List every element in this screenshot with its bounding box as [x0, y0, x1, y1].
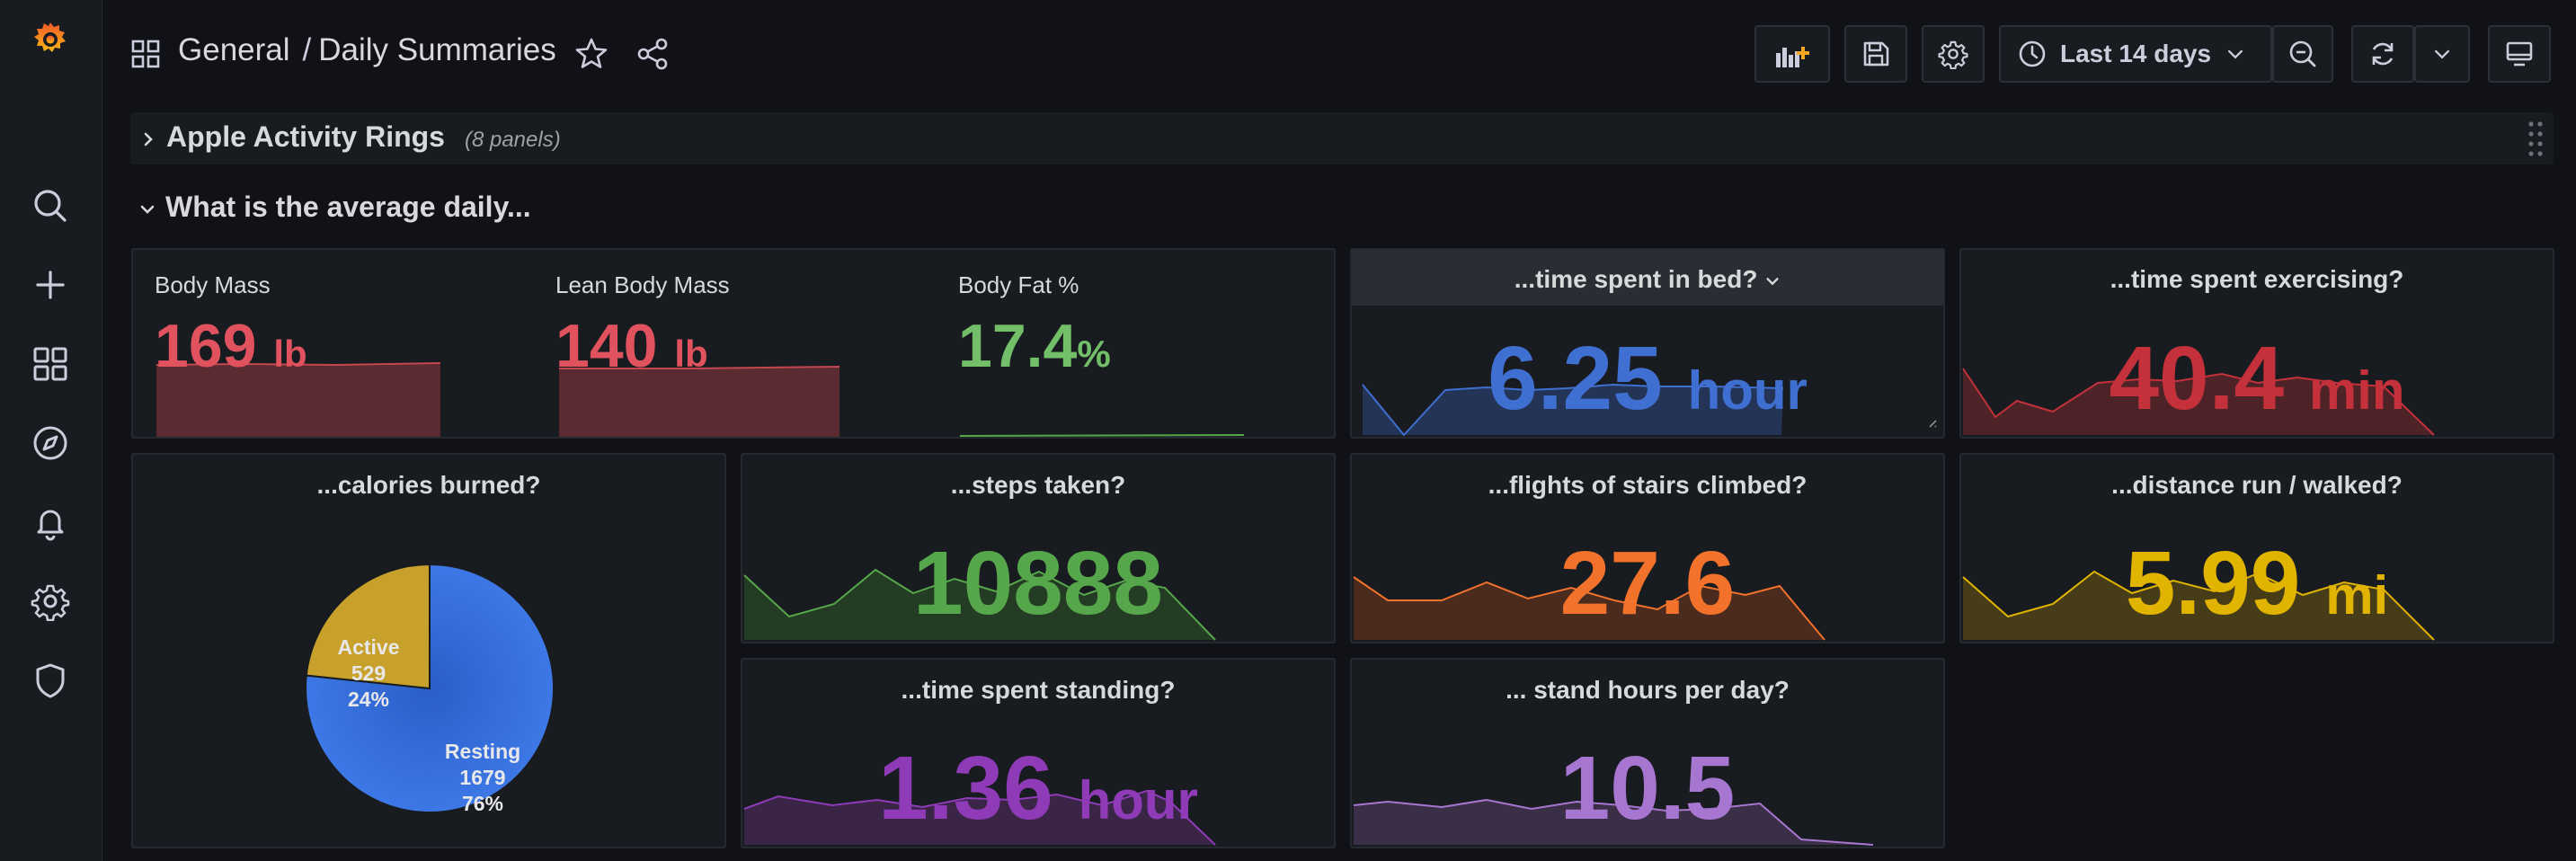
value-number: 1.36 — [878, 738, 1053, 839]
stat-unit: % — [1077, 333, 1111, 375]
gear-icon — [1938, 40, 1968, 69]
shield-icon[interactable] — [30, 660, 71, 701]
value-number: 27.6 — [1559, 533, 1736, 634]
stat-number: 169 — [155, 312, 257, 380]
value-unit: hour — [1078, 770, 1198, 830]
stat-value: 17.4% — [958, 311, 1111, 381]
chevron-right-icon — [144, 132, 153, 146]
dashboard-settings-button[interactable] — [1922, 25, 1985, 83]
row-what-is-the-average-daily[interactable]: What is the average daily... — [138, 191, 531, 224]
add-panel-icon — [1776, 47, 1809, 67]
dashboards-grid-icon[interactable] — [30, 343, 71, 385]
panel-value: 40.4 min — [1961, 327, 2553, 430]
drag-handle-icon[interactable] — [2527, 120, 2545, 157]
pie-label-resting: Resting 1679 76% — [433, 739, 532, 817]
panel-stand-hours[interactable]: ... stand hours per day? 10.5 — [1350, 658, 1945, 848]
panel-value: 10888 — [742, 532, 1334, 635]
chevron-down-icon — [2434, 49, 2450, 59]
panel-value: 6.25 hour — [1352, 327, 1943, 430]
slice-value: 1679 — [459, 766, 506, 789]
monitor-icon — [2506, 41, 2533, 67]
value-number: 10888 — [912, 533, 1164, 634]
save-icon — [1863, 41, 1889, 67]
value-number: 40.4 — [2109, 328, 2285, 429]
star-icon[interactable] — [573, 36, 609, 72]
save-dashboard-button[interactable] — [1844, 25, 1907, 83]
gear-icon[interactable] — [30, 581, 71, 622]
stat-label: Body Fat % — [958, 271, 1079, 298]
slice-value: 529 — [351, 661, 386, 685]
search-icon[interactable] — [30, 185, 71, 226]
dashboard-grid-icon — [131, 40, 160, 68]
clock-icon — [2019, 40, 2046, 67]
dashboard-title[interactable]: Daily Summaries — [318, 32, 556, 67]
panel-time-exercising[interactable]: ...time spent exercising? 40.4 min — [1959, 248, 2554, 439]
stat-value: 169 lb — [155, 311, 307, 381]
stat-lean-body-mass: Lean Body Mass 140 lb — [555, 271, 933, 437]
stat-unit: lb — [674, 333, 708, 375]
panel-title-text: ...time spent in bed? — [1514, 265, 1758, 293]
stat-value: 140 lb — [555, 311, 708, 381]
value-number: 5.99 — [2125, 533, 2301, 634]
refresh-interval-dropdown[interactable] — [2414, 25, 2470, 83]
slice-name: Resting — [444, 740, 521, 763]
grafana-logo-icon[interactable] — [30, 18, 71, 59]
refresh-button[interactable] — [2351, 25, 2414, 83]
row-title-text: Apple Activity Rings — [166, 120, 445, 153]
time-range-label: Last 14 days — [2060, 40, 2212, 67]
panel-distance-run-walked[interactable]: ...distance run / walked? 5.99 mi — [1959, 453, 2554, 644]
bell-icon[interactable] — [30, 502, 71, 543]
row-title-text: What is the average daily... — [165, 191, 531, 223]
refresh-icon — [2372, 42, 2394, 66]
panel-time-in-bed[interactable]: ...time spent in bed? 6.25 hour — [1350, 248, 1945, 439]
breadcrumb-separator: / — [302, 32, 312, 67]
dashboard-navbar: General / Daily Summaries Last 14 days — [102, 0, 2576, 108]
panel-calories-burned[interactable]: ...calories burned? Active 529 24% Resti… — [131, 453, 726, 848]
value-unit: hour — [1687, 360, 1808, 421]
stat-number: 140 — [555, 312, 658, 380]
row-panel-count: (8 panels) — [464, 128, 561, 152]
panel-value: 5.99 mi — [1961, 532, 2553, 635]
value-unit: mi — [2325, 565, 2389, 626]
stat-body-mass: Body Mass 169 lb — [155, 271, 532, 437]
add-panel-button[interactable] — [1754, 25, 1830, 83]
panel-title[interactable]: ...calories burned? — [133, 471, 724, 500]
sidebar — [0, 0, 102, 861]
panel-body-metrics[interactable]: Body Mass 169 lb Lean Body Mass 140 lb B… — [131, 248, 1336, 439]
panel-time-standing[interactable]: ...time spent standing? 1.36 hour — [741, 658, 1336, 848]
stat-label: Body Mass — [155, 271, 271, 298]
chevron-down-icon — [1766, 277, 1779, 285]
slice-name: Active — [337, 635, 400, 659]
stat-body-fat-percent: Body Fat % 17.4% — [958, 271, 1334, 437]
plus-icon[interactable] — [30, 264, 71, 306]
stat-number: 17.4 — [958, 312, 1078, 380]
panel-value: 1.36 hour — [742, 737, 1334, 840]
stat-label: Lean Body Mass — [555, 271, 730, 298]
zoom-out-button[interactable] — [2272, 25, 2333, 83]
breadcrumb: General / Daily Summaries — [178, 32, 556, 68]
breadcrumb-folder[interactable]: General — [178, 32, 290, 67]
tv-mode-button[interactable] — [2488, 25, 2551, 83]
panel-title[interactable]: ...time spent in bed? — [1352, 265, 1943, 294]
panel-value: 10.5 — [1352, 737, 1943, 840]
stat-unit: lb — [273, 333, 307, 375]
time-range-picker[interactable]: Last 14 days — [1999, 25, 2272, 83]
slice-percent: 76% — [461, 792, 504, 815]
compass-icon[interactable] — [30, 422, 71, 464]
value-number: 6.25 — [1488, 328, 1663, 429]
chevron-down-icon — [2228, 49, 2243, 59]
panel-stairs-climbed[interactable]: ...flights of stairs climbed? 27.6 — [1350, 453, 1945, 644]
row-apple-activity-rings[interactable]: Apple Activity Rings (8 panels) — [130, 112, 2554, 164]
value-unit: min — [2308, 360, 2405, 421]
row-title[interactable]: Apple Activity Rings (8 panels) — [139, 120, 561, 154]
share-icon[interactable] — [635, 36, 671, 72]
pie-label-active: Active 529 24% — [333, 635, 404, 713]
panel-value: 27.6 — [1352, 532, 1943, 635]
zoom-out-icon — [2289, 40, 2316, 67]
panel-steps-taken[interactable]: ...steps taken? 10888 — [741, 453, 1336, 644]
slice-percent: 24% — [347, 688, 390, 711]
chevron-down-icon — [140, 205, 155, 214]
value-number: 10.5 — [1559, 738, 1736, 839]
